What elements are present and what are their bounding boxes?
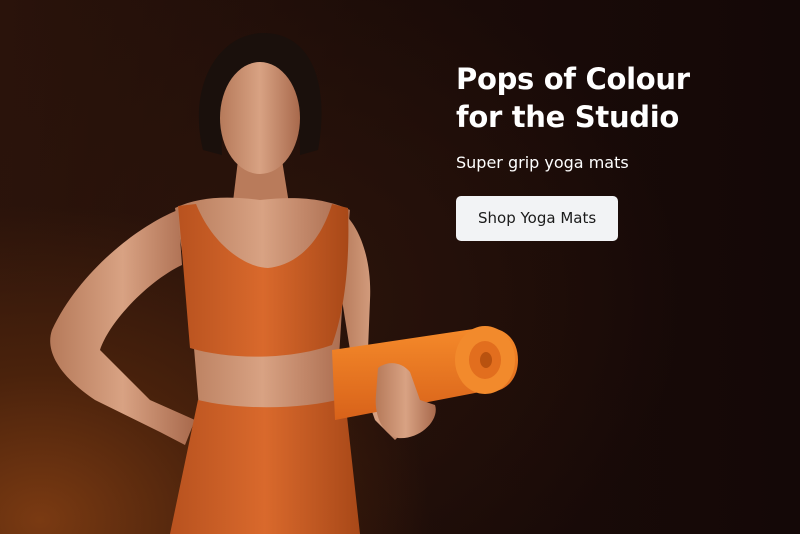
face-shape	[220, 62, 300, 174]
headline-line-1: Pops of Colour	[456, 62, 690, 96]
hero-copy: Pops of Colour for the Studio Super grip…	[456, 60, 776, 241]
headline-line-2: for the Studio	[456, 100, 680, 134]
left-arm-shape	[50, 210, 195, 445]
hero-headline: Pops of Colour for the Studio	[456, 60, 776, 136]
hero-banner: Pops of Colour for the Studio Super grip…	[0, 0, 800, 534]
leggings-shape	[170, 398, 360, 534]
hero-subheadline: Super grip yoga mats	[456, 153, 629, 172]
shop-yoga-mats-button[interactable]: Shop Yoga Mats	[456, 196, 619, 241]
